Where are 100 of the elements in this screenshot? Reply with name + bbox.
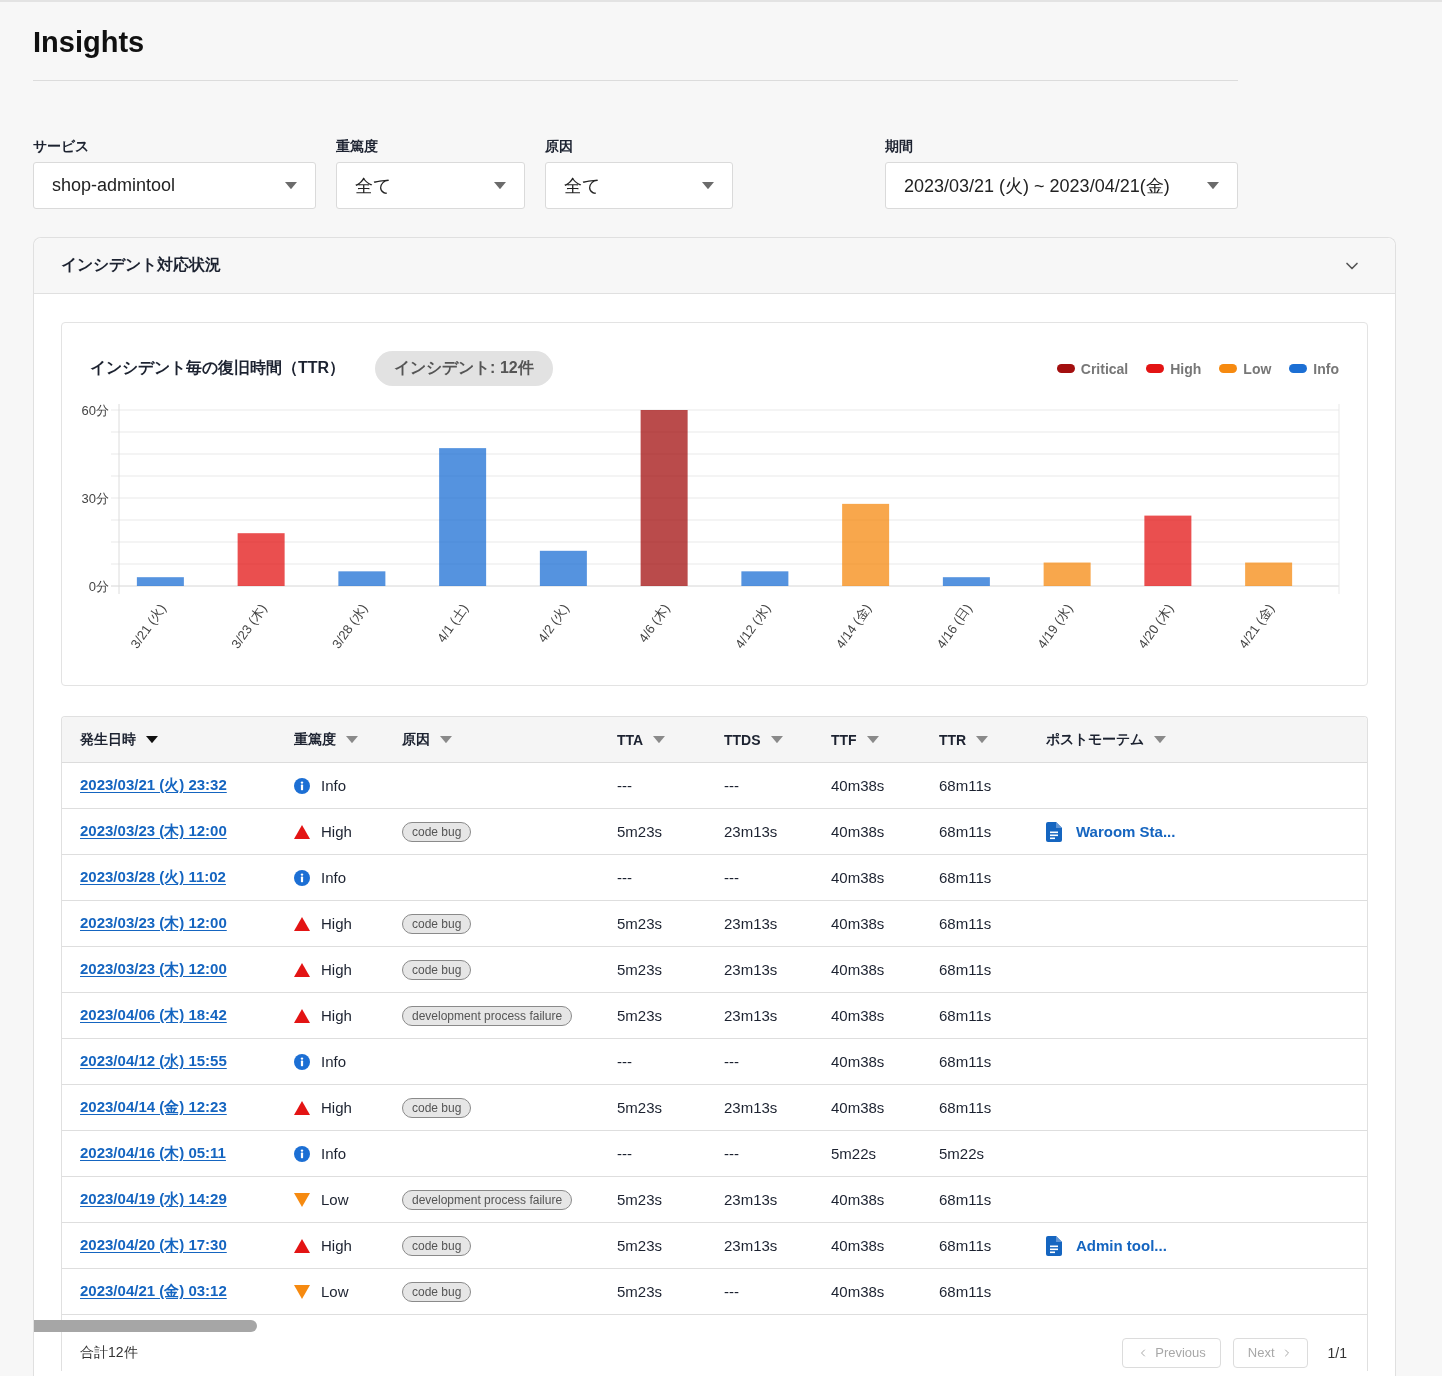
- sort-header[interactable]: TTR: [939, 731, 989, 748]
- sort-header[interactable]: TTA: [617, 731, 666, 748]
- severity-label: High: [321, 915, 352, 932]
- document-icon: [1046, 821, 1062, 842]
- date-link[interactable]: 2023/04/19 (水) 14:29: [80, 1190, 227, 1209]
- chart-title: インシデント毎の復旧時間（TTR）: [90, 358, 346, 378]
- select-field[interactable]: 2023/03/21 (火) ~ 2023/04/21(金): [885, 162, 1238, 209]
- table-cell: 23m13s: [724, 1237, 778, 1254]
- table-cell: ---: [724, 1283, 739, 1300]
- table-cell: 68m11s: [939, 777, 992, 794]
- table-cell: 5m23s: [617, 1191, 663, 1208]
- table-cell: 68m11s: [939, 961, 992, 978]
- document-icon: [1046, 1235, 1062, 1256]
- table-cell: 68m11s: [939, 1053, 992, 1070]
- axis-label: 4/21 (金): [1235, 601, 1278, 652]
- chart-bar: [1144, 515, 1192, 586]
- table-cell: 68m11s: [939, 1237, 992, 1254]
- table-cell: 40m38s: [831, 1191, 885, 1208]
- table-cell: 68m11s: [939, 915, 992, 932]
- postmortem-link[interactable]: Admin tool...: [1046, 1235, 1167, 1256]
- table-cell: 68m11s: [939, 869, 992, 886]
- chart-bar: [539, 550, 587, 586]
- date-link[interactable]: 2023/03/23 (木) 12:00: [80, 914, 227, 933]
- chart-bar: [1245, 562, 1293, 586]
- legend-label: Info: [1313, 360, 1339, 377]
- table-cell: 68m11s: [939, 1191, 992, 1208]
- chart-bar: [338, 571, 386, 586]
- table-cell: 5m23s: [617, 823, 663, 840]
- accordion-header[interactable]: インシデント対応状況: [34, 238, 1395, 294]
- date-link[interactable]: 2023/04/21 (金) 03:12: [80, 1282, 227, 1301]
- filter-label: 期間: [885, 137, 913, 156]
- table-cell: 68m11s: [939, 823, 992, 840]
- axis-label: 4/1 (土): [433, 601, 472, 646]
- table-cell: 40m38s: [831, 1283, 885, 1300]
- down-triangle-icon: [294, 1192, 310, 1207]
- down-triangle-icon: [294, 1284, 310, 1299]
- table-cell: ---: [617, 1145, 632, 1162]
- scrollbar-thumb[interactable]: [34, 1320, 257, 1332]
- date-link[interactable]: 2023/04/14 (金) 12:23: [80, 1098, 227, 1117]
- caret-down-icon: [702, 181, 714, 190]
- up-triangle-icon: [294, 1100, 310, 1115]
- table-cell: 5m23s: [617, 1099, 663, 1116]
- cause-tag: code bug: [402, 1281, 472, 1302]
- severity-label: High: [321, 961, 352, 978]
- cause-tag: code bug: [402, 1097, 472, 1118]
- date-link[interactable]: 2023/03/23 (木) 12:00: [80, 960, 227, 979]
- severity-label: Info: [321, 777, 347, 794]
- cause-tag: code bug: [402, 959, 472, 980]
- severity-label: Info: [321, 1145, 347, 1162]
- sort-header[interactable]: 発生日時: [80, 730, 158, 749]
- filter-label: サービス: [33, 137, 89, 156]
- table-cell: ---: [617, 777, 632, 794]
- date-link[interactable]: 2023/04/06 (木) 18:42: [80, 1006, 227, 1025]
- date-link[interactable]: 2023/03/21 (火) 23:32: [80, 776, 227, 795]
- table-cell: 40m38s: [831, 1053, 885, 1070]
- sort-header[interactable]: TTDS: [724, 731, 783, 748]
- severity-label: Info: [321, 869, 347, 886]
- table-cell: 40m38s: [831, 915, 885, 932]
- page-indicator: 1/1: [1327, 1344, 1347, 1361]
- table-cell: ---: [617, 869, 632, 886]
- axis-label: 4/2 (火): [534, 601, 572, 646]
- sort-header[interactable]: ポストモーテム: [1046, 730, 1166, 749]
- select-field[interactable]: shop-admintool: [33, 162, 316, 209]
- axis-label: 4/6 (木): [635, 601, 673, 646]
- table-cell: 40m38s: [831, 1099, 885, 1116]
- chart-bar: [136, 577, 184, 586]
- postmortem-link[interactable]: Waroom Sta...: [1046, 821, 1176, 842]
- table-cell: 40m38s: [831, 961, 885, 978]
- table-cell: 40m38s: [831, 823, 885, 840]
- date-link[interactable]: 2023/04/16 (木) 05:11: [80, 1144, 226, 1163]
- date-link[interactable]: 2023/04/12 (水) 15:55: [80, 1052, 227, 1071]
- table-cell: 68m11s: [939, 1007, 992, 1024]
- select-field[interactable]: 全て: [336, 162, 525, 209]
- legend-label: Low: [1243, 360, 1272, 377]
- sort-header[interactable]: TTF: [831, 731, 879, 748]
- table-cell: 23m13s: [724, 961, 778, 978]
- cause-tag: development process failure: [402, 1005, 573, 1026]
- sort-header[interactable]: 重篤度: [294, 730, 358, 749]
- table-cell: 40m38s: [831, 1237, 885, 1254]
- table-cell: 5m23s: [617, 1283, 663, 1300]
- date-link[interactable]: 2023/04/20 (木) 17:30: [80, 1236, 227, 1255]
- date-link[interactable]: 2023/03/23 (木) 12:00: [80, 822, 227, 841]
- axis-label: 0分: [88, 579, 109, 594]
- cause-tag: code bug: [402, 913, 472, 934]
- cause-tag: code bug: [402, 821, 472, 842]
- cause-tag: code bug: [402, 1235, 472, 1256]
- severity-label: Low: [321, 1283, 349, 1300]
- table-cell: 5m22s: [939, 1145, 985, 1162]
- table-cell: 23m13s: [724, 1007, 778, 1024]
- table-cell: 23m13s: [724, 1099, 778, 1116]
- info-icon: [294, 869, 310, 886]
- axis-label: 60分: [81, 403, 109, 418]
- select-field[interactable]: 全て: [545, 162, 733, 209]
- sort-header[interactable]: 原因: [402, 730, 452, 749]
- legend-label: High: [1170, 360, 1202, 377]
- table-cell: ---: [617, 1053, 632, 1070]
- table-cell: 5m23s: [617, 1237, 663, 1254]
- date-link[interactable]: 2023/03/28 (火) 11:02: [80, 868, 226, 887]
- severity-label: High: [321, 1099, 352, 1116]
- cause-tag: development process failure: [402, 1189, 573, 1210]
